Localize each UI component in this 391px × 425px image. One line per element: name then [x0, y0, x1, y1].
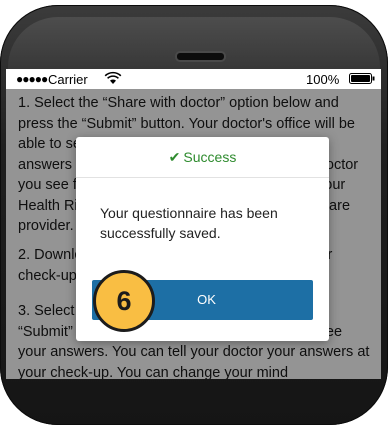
dialog-divider	[76, 177, 329, 178]
status-bar: ●●●●● Carrier 100%	[6, 69, 381, 89]
check-icon: ✔	[168, 149, 181, 165]
battery-icon	[349, 73, 375, 84]
wifi-icon	[104, 71, 122, 84]
step-number-badge: 6	[93, 270, 155, 332]
signal-strength-icon: ●●●●●	[16, 72, 48, 86]
dialog-title: ✔ Success	[76, 149, 329, 166]
battery-percentage: 100%	[306, 72, 340, 87]
earpiece-speaker	[175, 51, 226, 62]
dialog-message: Your questionnaire has been successfully…	[100, 205, 278, 241]
carrier-label: Carrier	[48, 72, 88, 87]
phone-frame: ●●●●● Carrier 100% 1. Select the “Share …	[0, 0, 391, 425]
dialog-title-text: Success	[183, 149, 237, 165]
